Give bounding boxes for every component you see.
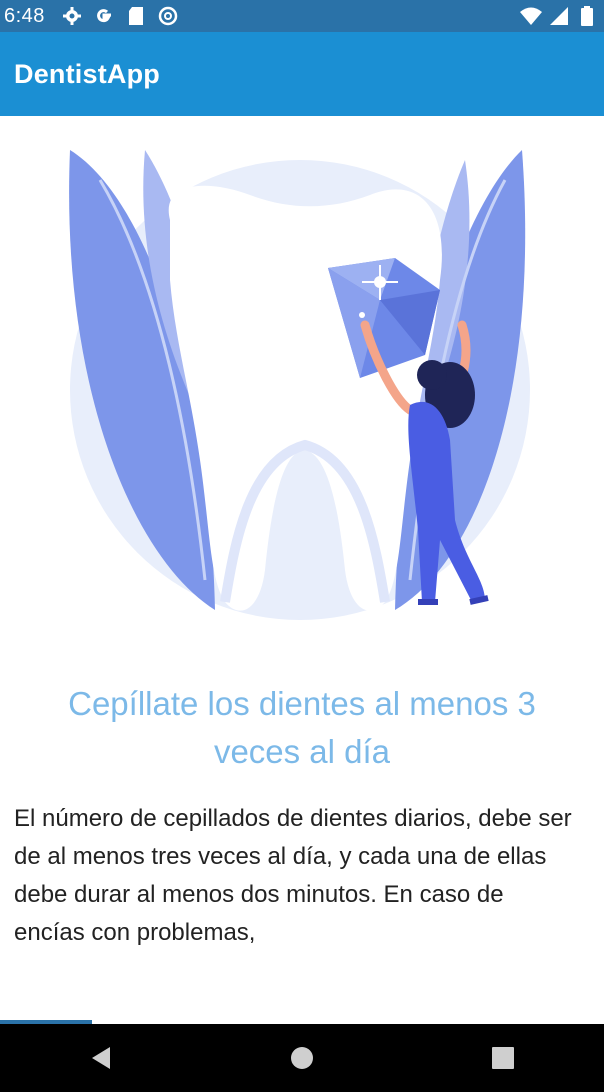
wifi-icon <box>520 5 542 27</box>
settings-icon <box>61 5 83 27</box>
status-time: 6:48 <box>4 4 45 27</box>
app-title: DentistApp <box>14 58 160 89</box>
recents-icon <box>492 1047 515 1069</box>
battery-icon <box>576 5 598 27</box>
recents-button[interactable] <box>473 1028 533 1088</box>
back-icon <box>91 1047 110 1069</box>
status-right <box>520 5 598 27</box>
google-icon <box>93 5 115 27</box>
status-bar: 6:48 <box>0 0 604 32</box>
app-bar: DentistApp <box>0 32 604 116</box>
tip-body: El número de cepillados de dientes diari… <box>14 805 572 946</box>
navigation-bar <box>0 1024 604 1092</box>
back-button[interactable] <box>71 1028 131 1088</box>
sync-icon <box>157 5 179 27</box>
status-left: 6:48 <box>4 5 179 28</box>
home-icon <box>290 1047 313 1069</box>
signal-icon <box>548 5 570 27</box>
sd-card-icon <box>125 5 147 27</box>
home-button[interactable] <box>272 1028 332 1088</box>
tooth-woman-diamond-illustration <box>40 140 570 630</box>
tip-heading: Cepíllate los dientes al menos 3 veces a… <box>68 685 536 770</box>
